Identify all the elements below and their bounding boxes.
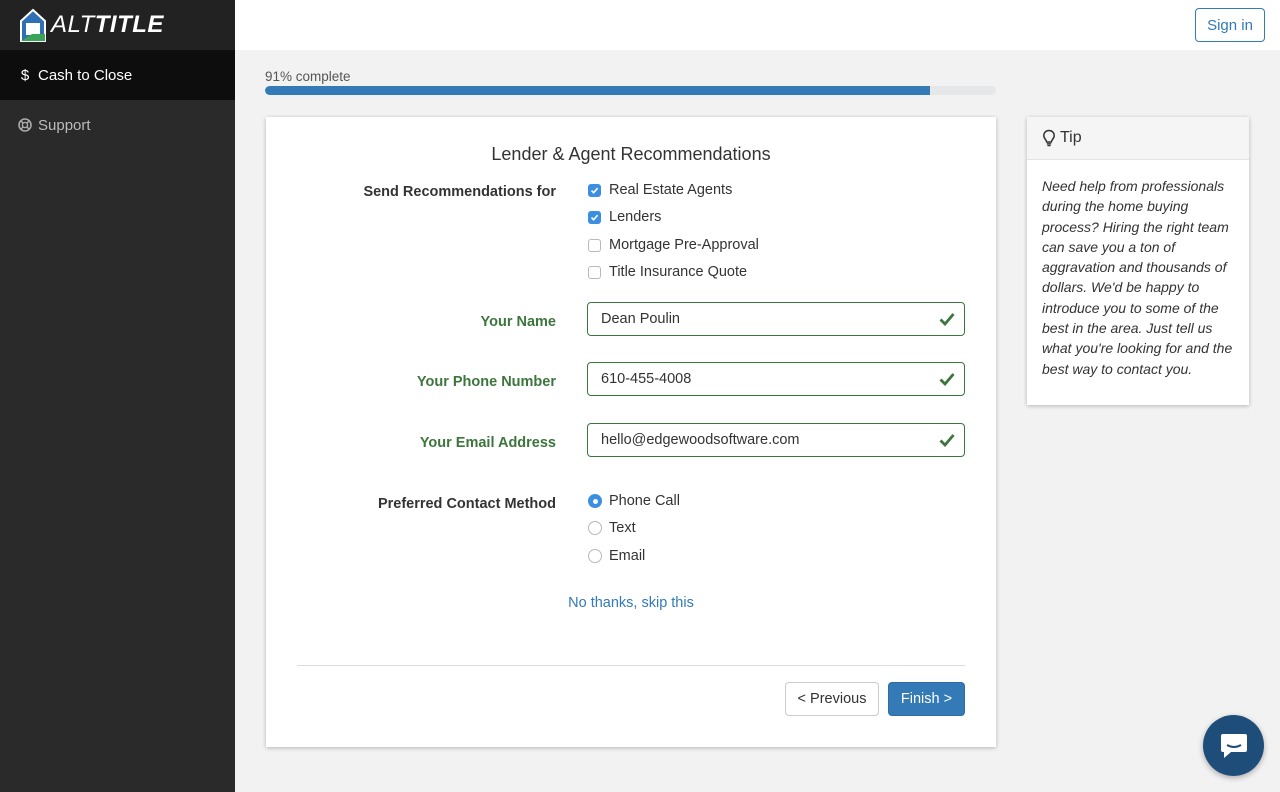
brand-name: ALTTITLE — [51, 11, 164, 38]
radio-unselected-icon[interactable] — [588, 521, 602, 535]
email-field[interactable]: hello@edgewoodsoftware.com — [587, 423, 965, 457]
tip-text: Need help from professionals during the … — [1042, 178, 1233, 377]
option-label: Real Estate Agents — [609, 182, 733, 198]
progress-label: 91% complete — [265, 69, 351, 84]
contact-method-label: Preferred Contact Method — [377, 496, 556, 512]
dollar-icon: $ — [20, 66, 30, 84]
chat-widget-button[interactable] — [1203, 715, 1264, 776]
life-ring-icon — [18, 118, 32, 132]
progress-bar — [265, 86, 996, 95]
skip-link[interactable]: No thanks, skip this — [266, 595, 996, 611]
checkmark-icon — [939, 373, 955, 386]
tip-header: Tip — [1027, 117, 1249, 160]
option-label: Lenders — [609, 209, 662, 225]
phone-label: Your Phone Number — [416, 374, 556, 390]
option-label: Email — [609, 548, 646, 564]
option-label: Title Insurance Quote — [609, 264, 748, 280]
tip-title: Tip — [1060, 129, 1082, 146]
name-field[interactable]: Dean Poulin — [587, 302, 965, 336]
house-logo-icon — [20, 8, 46, 42]
form-title: Lender & Agent Recommendations — [491, 144, 771, 164]
email-value: hello@edgewoodsoftware.com — [601, 432, 800, 448]
option-label: Mortgage Pre-Approval — [609, 237, 759, 253]
sidebar-item-label: Cash to Close — [38, 66, 133, 84]
checkmark-icon — [939, 434, 955, 447]
previous-button[interactable]: < Previous — [785, 682, 879, 716]
sidebar-item-cash-to-close[interactable]: $ Cash to Close — [0, 50, 235, 100]
option-label: Text — [609, 520, 636, 536]
radio-selected-icon[interactable] — [588, 494, 602, 508]
recommend-option-mortgage-pre-approval[interactable]: Mortgage Pre-Approval — [588, 236, 759, 254]
recommend-option-lenders[interactable]: Lenders — [588, 208, 661, 226]
email-label: Your Email Address — [419, 435, 556, 451]
contact-option-email[interactable]: Email — [588, 547, 645, 565]
checkbox-checked-icon[interactable] — [588, 210, 601, 224]
recommend-label: Send Recommendations for — [363, 184, 556, 200]
recommend-option-title-insurance-quote[interactable]: Title Insurance Quote — [588, 263, 747, 281]
contact-option-phone-call[interactable]: Phone Call — [588, 492, 680, 510]
checkbox-unchecked-icon[interactable] — [588, 265, 601, 279]
brand-logo[interactable]: ALTTITLE — [0, 0, 235, 50]
chat-bubble-icon — [1220, 733, 1247, 758]
name-label: Your Name — [480, 314, 556, 330]
checkbox-unchecked-icon[interactable] — [588, 238, 601, 252]
contact-option-text[interactable]: Text — [588, 519, 636, 537]
radio-unselected-icon[interactable] — [588, 549, 602, 563]
option-label: Phone Call — [609, 493, 680, 509]
name-value: Dean Poulin — [601, 311, 680, 327]
tip-panel: Tip Need help from professionals during … — [1027, 117, 1249, 405]
finish-button[interactable]: Finish > — [888, 682, 965, 716]
checkmark-icon — [939, 313, 955, 326]
top-bar: Sign in — [235, 0, 1280, 50]
divider — [297, 665, 965, 666]
recommendations-form-card: Lender & Agent Recommendations Send Reco… — [266, 117, 996, 747]
sidebar-item-support[interactable]: Support — [0, 100, 235, 150]
checkbox-checked-icon[interactable] — [588, 183, 601, 197]
recommend-option-real-estate-agents[interactable]: Real Estate Agents — [588, 181, 732, 199]
phone-field[interactable]: 610-455-4008 — [587, 362, 965, 396]
sidebar: ALTTITLE $ Cash to Close Support — [0, 0, 235, 792]
progress-bar-fill — [265, 86, 931, 95]
phone-value: 610-455-4008 — [601, 371, 692, 387]
lightbulb-icon — [1043, 129, 1055, 147]
sidebar-item-label: Support — [38, 116, 91, 134]
sign-in-button[interactable]: Sign in — [1195, 8, 1265, 42]
